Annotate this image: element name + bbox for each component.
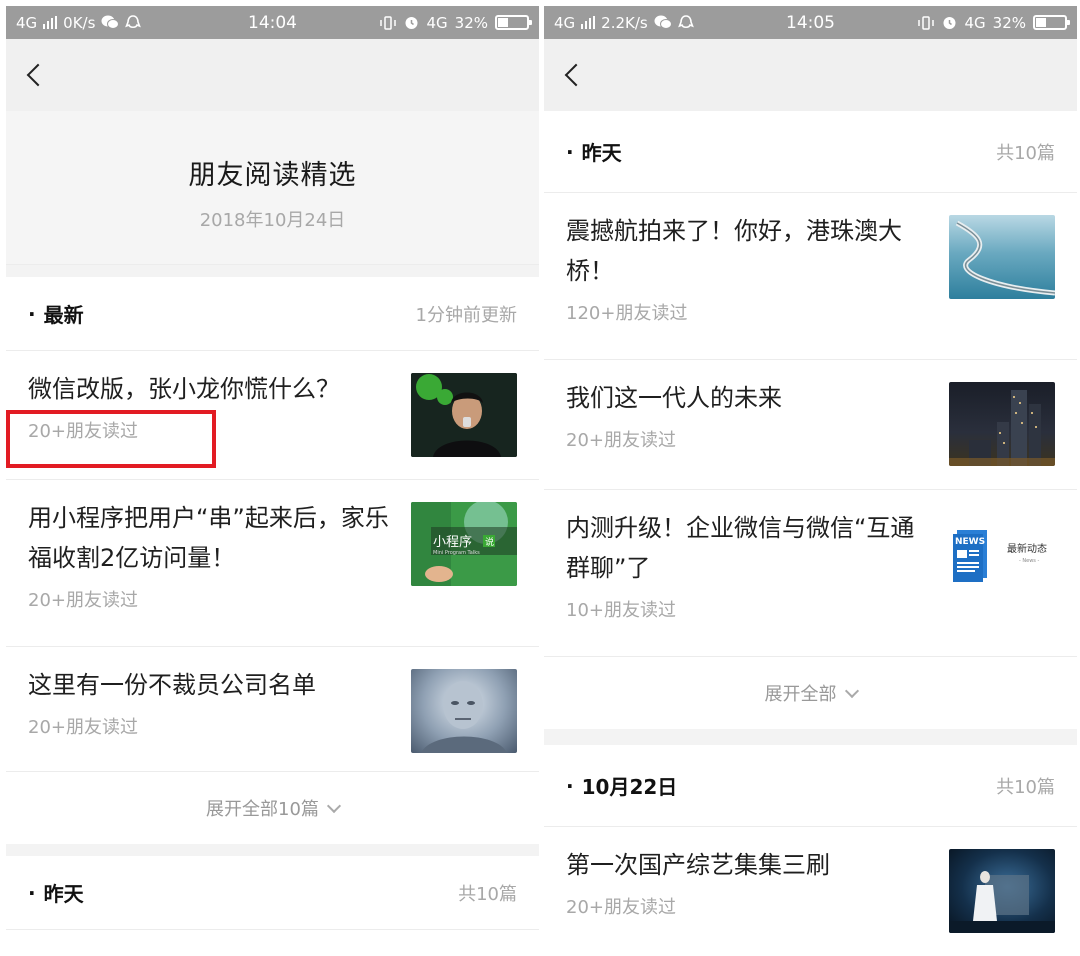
signal-icon — [43, 16, 58, 29]
article-read-count: 20+朋友读过 — [566, 897, 676, 918]
article-title[interactable]: 我们这一代人的未来 — [566, 378, 936, 418]
article-read-count: 10+朋友读过 — [566, 600, 676, 621]
section-header-latest: · 最新 1分钟前更新 — [6, 277, 539, 351]
article-item[interactable]: 这里有一份不裁员公司名单 20+朋友读过 — [6, 647, 539, 772]
nav-bar — [6, 39, 539, 111]
expand-all-button[interactable]: 展开全部 — [544, 657, 1077, 729]
phone-screen-right: 4G 2.2K/s 14:05 4G 32% · 昨天 共10篇 震撼航拍来了！… — [544, 6, 1077, 956]
section-title: 昨天 — [581, 141, 622, 165]
wechat-icon — [654, 15, 672, 29]
article-thumbnail — [411, 373, 517, 457]
network-speed: 0K/s — [63, 13, 96, 32]
svg-text:NEWS: NEWS — [955, 537, 985, 547]
section-meta: 共10篇 — [996, 142, 1055, 164]
battery-percent: 32% — [992, 13, 1026, 32]
article-item[interactable]: 我们这一代人的未来 20+朋友读过 — [544, 360, 1077, 490]
highlight-box — [6, 410, 216, 468]
article-item[interactable]: 第一次国产综艺集集三刷 20+朋友读过 — [544, 827, 1077, 956]
article-read-count: 20+朋友读过 — [28, 590, 138, 611]
svg-text:说: 说 — [485, 536, 494, 548]
phone-screen-left: 4G 0K/s 14:04 4G 32% 朋友阅读精选 2018年10月24日 … — [6, 6, 539, 956]
alarm-icon — [405, 17, 418, 29]
article-read-count: 120+朋友读过 — [566, 303, 688, 324]
battery-percent: 32% — [454, 13, 488, 32]
section-divider — [6, 844, 539, 856]
network-label-2: 4G — [964, 13, 986, 32]
network-label-2: 4G — [426, 13, 448, 32]
section-divider — [6, 265, 539, 277]
section-divider — [544, 729, 1077, 745]
status-bar: 4G 0K/s 14:04 4G 32% — [6, 6, 539, 39]
bullet-icon: · — [566, 139, 574, 164]
section-header-oct22: · 10月22日 共10篇 — [544, 745, 1077, 827]
section-title: 昨天 — [43, 882, 84, 906]
article-title[interactable]: 用小程序把用户“串”起来后，家乐福收割2亿访问量！ — [28, 498, 398, 578]
article-thumbnail: 小程序 说 Mini Program Talks — [411, 502, 517, 586]
section-header-yesterday: · 昨天 共10篇 — [544, 111, 1077, 193]
qq-icon — [677, 14, 694, 28]
wechat-icon — [101, 15, 120, 29]
network-speed: 2.2K/s — [601, 13, 648, 32]
bullet-icon: · — [566, 773, 574, 798]
chevron-down-icon — [326, 798, 342, 813]
vibrate-icon — [918, 15, 935, 30]
signal-icon — [581, 16, 596, 29]
page-title: 朋友阅读精选 — [188, 160, 357, 191]
expand-label: 展开全部 — [764, 684, 837, 705]
article-title[interactable]: 这里有一份不裁员公司名单 — [28, 665, 398, 705]
article-thumbnail — [949, 382, 1055, 466]
section-meta: 共10篇 — [996, 776, 1055, 798]
section-meta: 共10篇 — [458, 883, 517, 905]
section-meta: 1分钟前更新 — [415, 304, 517, 326]
article-title[interactable]: 微信改版，张小龙你慌什么？ — [28, 369, 398, 409]
section-title: 最新 — [43, 303, 84, 327]
article-read-count: 20+朋友读过 — [566, 430, 676, 451]
article-title[interactable]: 震撼航拍来了！你好，港珠澳大桥！ — [566, 211, 936, 291]
article-thumbnail — [411, 669, 517, 753]
svg-text:Mini Program Talks: Mini Program Talks — [433, 550, 480, 556]
section-title: 10月22日 — [581, 775, 678, 799]
article-title[interactable]: 内测升级！企业微信与微信“互通群聊”了 — [566, 508, 936, 588]
article-thumbnail — [949, 215, 1055, 299]
article-thumbnail — [949, 849, 1055, 933]
network-label: 4G — [16, 13, 38, 32]
status-bar: 4G 2.2K/s 14:05 4G 32% — [544, 6, 1077, 39]
qq-icon — [125, 14, 142, 28]
battery-icon — [1033, 15, 1070, 30]
battery-icon — [495, 15, 532, 30]
svg-text:小程序: 小程序 — [433, 535, 472, 550]
article-read-count: 20+朋友读过 — [28, 717, 138, 738]
page-header: 朋友阅读精选 2018年10月24日 — [6, 111, 539, 265]
svg-text:最新动态: 最新动态 — [1007, 542, 1047, 555]
alarm-icon — [943, 17, 956, 29]
nav-bar — [544, 39, 1077, 111]
section-header-yesterday: · 昨天 共10篇 — [6, 856, 539, 930]
expand-label: 展开全部10篇 — [206, 799, 319, 820]
chevron-down-icon — [844, 683, 859, 698]
vibrate-icon — [380, 15, 397, 30]
article-title[interactable]: 第一次国产综艺集集三刷 — [566, 845, 936, 885]
article-thumbnail: NEWS 最新动态 - News - — [949, 512, 1055, 596]
expand-all-button[interactable]: 展开全部10篇 — [6, 772, 539, 844]
svg-text:- News -: - News - — [1019, 558, 1039, 564]
page-date: 2018年10月24日 — [199, 210, 346, 231]
article-item[interactable]: 内测升级！企业微信与微信“互通群聊”了 10+朋友读过 NEWS 最新动态 - … — [544, 490, 1077, 657]
article-item[interactable]: 震撼航拍来了！你好，港珠澳大桥！ 120+朋友读过 — [544, 193, 1077, 360]
back-icon[interactable] — [26, 63, 50, 87]
bullet-icon: · — [28, 301, 36, 326]
back-icon[interactable] — [564, 63, 588, 87]
bullet-icon: · — [28, 880, 36, 905]
article-item[interactable]: 用小程序把用户“串”起来后，家乐福收割2亿访问量！ 20+朋友读过 小程序 说 … — [6, 480, 539, 647]
network-label: 4G — [554, 13, 576, 32]
